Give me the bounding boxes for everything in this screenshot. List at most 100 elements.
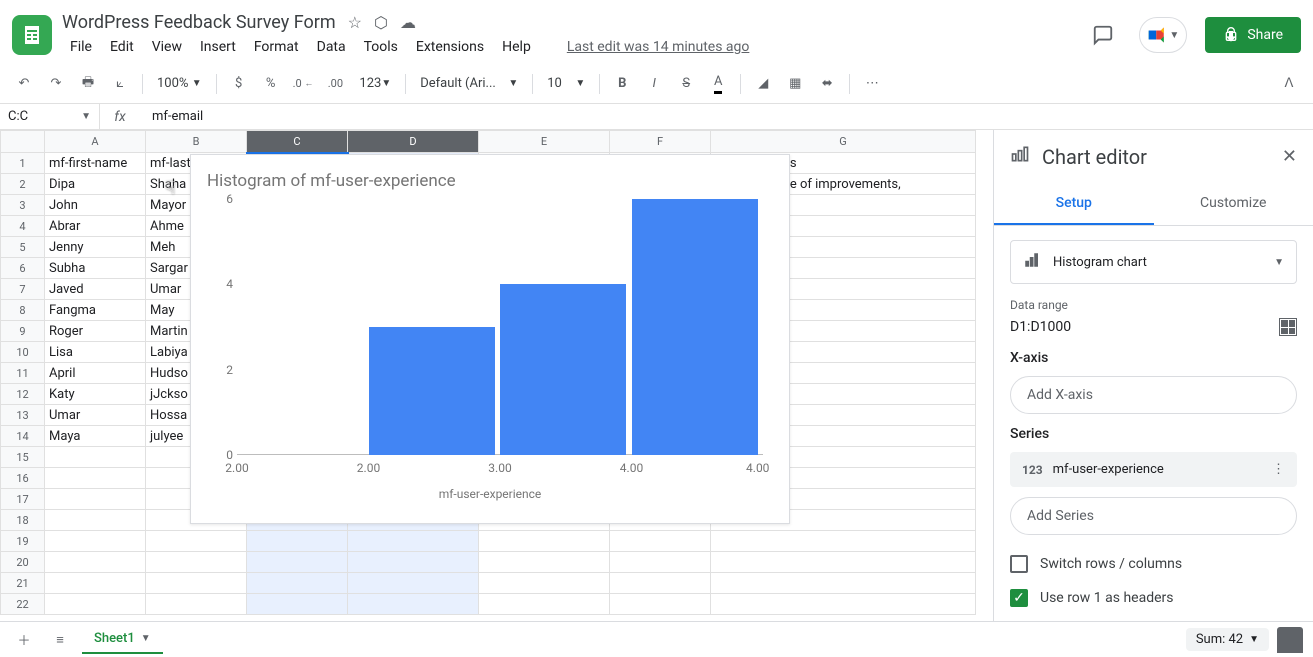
col-header[interactable]: D <box>348 131 479 153</box>
font-size[interactable]: 10▼ <box>541 70 591 98</box>
cell[interactable] <box>45 573 146 594</box>
cell[interactable] <box>348 594 479 615</box>
add-sheet-icon[interactable]: ＋ <box>10 626 38 654</box>
cell[interactable]: April <box>45 363 146 384</box>
star-icon[interactable]: ☆ <box>348 13 362 32</box>
cell[interactable] <box>146 594 247 615</box>
cell[interactable] <box>247 594 348 615</box>
undo-icon[interactable]: ↶ <box>10 70 38 98</box>
more-toolbar-icon[interactable]: ⋯ <box>858 70 886 98</box>
comments-icon[interactable] <box>1085 17 1121 53</box>
last-edit-link[interactable]: Last edit was 14 minutes ago <box>567 39 750 55</box>
grid-select-icon[interactable] <box>1279 318 1297 336</box>
text-color-icon[interactable]: A <box>704 70 732 98</box>
cell[interactable] <box>247 552 348 573</box>
cell[interactable] <box>711 594 976 615</box>
cell[interactable] <box>348 531 479 552</box>
cell[interactable] <box>610 573 711 594</box>
cell[interactable] <box>146 552 247 573</box>
redo-icon[interactable]: ↷ <box>42 70 70 98</box>
cell[interactable] <box>247 573 348 594</box>
menu-format[interactable]: Format <box>246 35 307 59</box>
cell[interactable] <box>45 594 146 615</box>
row-header[interactable]: 6 <box>1 258 45 279</box>
chart[interactable]: Histogram of mf-user-experience 0246 2.0… <box>190 154 790 524</box>
chart-type-select[interactable]: Histogram chart ▼ <box>1010 240 1297 284</box>
row-header[interactable]: 8 <box>1 300 45 321</box>
series-item[interactable]: 123 mf-user-experience ⋮ <box>1010 452 1297 487</box>
row-header[interactable]: 11 <box>1 363 45 384</box>
menu-extensions[interactable]: Extensions <box>408 35 492 59</box>
cell[interactable] <box>479 531 610 552</box>
cell[interactable] <box>348 573 479 594</box>
col-header[interactable]: C <box>247 131 348 153</box>
sheets-logo[interactable] <box>12 15 52 55</box>
cell[interactable] <box>45 447 146 468</box>
cell[interactable] <box>146 531 247 552</box>
move-icon[interactable]: ⬡ <box>374 13 388 32</box>
row-header[interactable]: 15 <box>1 447 45 468</box>
row-header[interactable]: 3 <box>1 195 45 216</box>
switch-rows-cols-checkbox[interactable]: Switch rows / columns <box>1010 547 1297 581</box>
menu-file[interactable]: File <box>62 35 100 59</box>
cell[interactable] <box>479 573 610 594</box>
bold-icon[interactable]: B <box>608 70 636 98</box>
row-header[interactable]: 18 <box>1 510 45 531</box>
cell[interactable] <box>711 531 976 552</box>
all-sheets-icon[interactable]: ≡ <box>46 626 74 654</box>
row-header[interactable]: 10 <box>1 342 45 363</box>
cell[interactable]: Subha <box>45 258 146 279</box>
percent-icon[interactable]: % <box>257 70 285 98</box>
cell[interactable] <box>247 531 348 552</box>
cell[interactable] <box>711 573 976 594</box>
cell[interactable]: Jenny <box>45 237 146 258</box>
cell[interactable]: Lisa <box>45 342 146 363</box>
font-select[interactable]: Default (Ari...▼ <box>414 70 524 98</box>
italic-icon[interactable]: I <box>640 70 668 98</box>
cell[interactable] <box>45 531 146 552</box>
row-header[interactable]: 20 <box>1 552 45 573</box>
cell[interactable] <box>610 552 711 573</box>
formula-bar[interactable]: mf-email <box>140 109 203 124</box>
row-header[interactable]: 2 <box>1 174 45 195</box>
tab-customize[interactable]: Customize <box>1154 183 1313 225</box>
cell[interactable] <box>479 594 610 615</box>
print-icon[interactable]: 🖶 <box>74 70 102 98</box>
close-icon[interactable]: ✕ <box>1282 146 1297 167</box>
tab-setup[interactable]: Setup <box>994 183 1154 225</box>
row-header[interactable]: 13 <box>1 405 45 426</box>
paint-format-icon[interactable]: ⟀ <box>106 70 134 98</box>
row-header[interactable]: 22 <box>1 594 45 615</box>
row-header[interactable]: 16 <box>1 468 45 489</box>
cell[interactable]: Roger <box>45 321 146 342</box>
series-more-icon[interactable]: ⋮ <box>1272 462 1285 477</box>
col-header[interactable]: F <box>610 131 711 153</box>
row-header[interactable]: 17 <box>1 489 45 510</box>
cell[interactable]: Fangma <box>45 300 146 321</box>
borders-icon[interactable]: ▦ <box>781 70 809 98</box>
fill-color-icon[interactable]: ◢ <box>749 70 777 98</box>
cell[interactable]: mf-first-name <box>45 153 146 174</box>
cell[interactable]: John <box>45 195 146 216</box>
strike-icon[interactable]: S <box>672 70 700 98</box>
menu-tools[interactable]: Tools <box>356 35 406 59</box>
cell[interactable] <box>45 468 146 489</box>
cell[interactable]: Katy <box>45 384 146 405</box>
meet-button[interactable]: ▼ <box>1139 17 1187 53</box>
inc-decimal-icon[interactable]: .00 <box>321 70 349 98</box>
number-format[interactable]: 123▼ <box>353 70 397 98</box>
row-header[interactable]: 12 <box>1 384 45 405</box>
row-header[interactable]: 5 <box>1 237 45 258</box>
merge-icon[interactable]: ⬌ <box>813 70 841 98</box>
cell[interactable]: Abrar <box>45 216 146 237</box>
collapse-toolbar-icon[interactable]: ᐱ <box>1275 70 1303 98</box>
use-row1-checkbox[interactable]: ✓Use row 1 as headers <box>1010 581 1297 615</box>
menu-edit[interactable]: Edit <box>102 35 142 59</box>
currency-icon[interactable]: $ <box>225 70 253 98</box>
menu-data[interactable]: Data <box>309 35 354 59</box>
doc-title[interactable]: WordPress Feedback Survey Form <box>62 12 336 33</box>
add-xaxis-button[interactable]: Add X-axis <box>1010 376 1297 414</box>
cell[interactable] <box>479 552 610 573</box>
cell[interactable]: Javed <box>45 279 146 300</box>
row-header[interactable]: 1 <box>1 153 45 174</box>
